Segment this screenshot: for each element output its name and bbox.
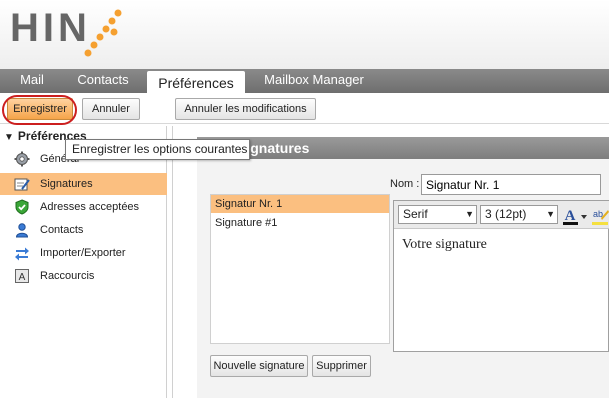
keyboard-shortcut-icon: A xyxy=(15,269,29,283)
contact-icon xyxy=(15,223,29,238)
signature-content[interactable]: Votre signature xyxy=(402,237,487,253)
main-tabbar: Mail Contacts Préférences Mailbox Manage… xyxy=(0,69,609,97)
signature-editor[interactable]: Serif ▼ 3 (12pt) ▼ A ab Votre signature xyxy=(393,200,609,352)
editor-toolbar: Serif ▼ 3 (12pt) ▼ A ab xyxy=(394,201,609,229)
app-header: HIN xyxy=(0,0,609,69)
chevron-down-icon: ▼ xyxy=(465,209,474,219)
sidebar-item-shortcuts[interactable]: A Raccourcis xyxy=(0,265,167,287)
save-tooltip: Enregistrer les options courantes xyxy=(65,139,250,160)
tab-contacts[interactable]: Contacts xyxy=(64,69,142,93)
logo-dots-icon xyxy=(84,9,122,57)
import-export-icon xyxy=(15,247,29,261)
collapse-triangle-icon[interactable]: ▼ xyxy=(4,132,14,143)
sidebar-item-label: Raccourcis xyxy=(40,270,95,282)
font-size-value: 3 (12pt) xyxy=(485,207,527,221)
svg-text:A: A xyxy=(565,208,576,224)
tab-mail[interactable]: Mail xyxy=(8,69,56,93)
logo: HIN xyxy=(10,6,91,50)
sidebar-item-accepted-addresses[interactable]: Adresses acceptées xyxy=(0,196,167,218)
tab-mailbox-manager[interactable]: Mailbox Manager xyxy=(252,69,376,93)
font-family-select[interactable]: Serif ▼ xyxy=(398,205,477,224)
sidebar-item-contacts[interactable]: Contacts xyxy=(0,219,167,241)
chevron-down-icon: ▼ xyxy=(546,209,555,219)
sidebar-item-label: Importer/Exporter xyxy=(40,247,126,259)
sidebar-item-label: Signatures xyxy=(40,178,93,190)
sidebar: ▼ Préférences Général Signatures Adresses… xyxy=(0,126,167,398)
delete-signature-button[interactable]: Supprimer xyxy=(312,355,371,377)
list-item[interactable]: Signature #1 xyxy=(211,214,389,232)
sidebar-item-signatures[interactable]: Signatures xyxy=(0,173,167,195)
cancel-button[interactable]: Annuler xyxy=(82,98,140,120)
panel-title: Signatures xyxy=(197,137,609,159)
font-family-value: Serif xyxy=(403,207,428,221)
text-color-icon[interactable]: A xyxy=(562,206,588,226)
list-item[interactable]: Signatur Nr. 1 xyxy=(211,195,389,213)
name-label: Nom : xyxy=(390,178,420,190)
toolbar: Enregistrer Annuler Annuler les modifica… xyxy=(0,94,609,124)
revert-changes-button[interactable]: Annuler les modifications xyxy=(175,98,316,120)
sidebar-item-import-export[interactable]: Importer/Exporter xyxy=(0,242,167,264)
sidebar-item-label: Contacts xyxy=(40,224,84,236)
new-signature-button[interactable]: Nouvelle signature xyxy=(210,355,308,377)
font-size-select[interactable]: 3 (12pt) ▼ xyxy=(480,205,558,224)
signature-list[interactable]: Signatur Nr. 1 Signature #1 xyxy=(210,194,390,344)
highlight-ring xyxy=(2,95,77,125)
shield-check-icon xyxy=(15,199,29,215)
gear-icon xyxy=(14,151,30,167)
highlight-color-icon[interactable]: ab xyxy=(591,206,609,226)
signature-name-input[interactable] xyxy=(421,174,601,195)
signature-icon xyxy=(14,178,30,191)
svg-text:A: A xyxy=(19,272,26,283)
sidebar-item-label: Adresses acceptées xyxy=(40,201,140,213)
